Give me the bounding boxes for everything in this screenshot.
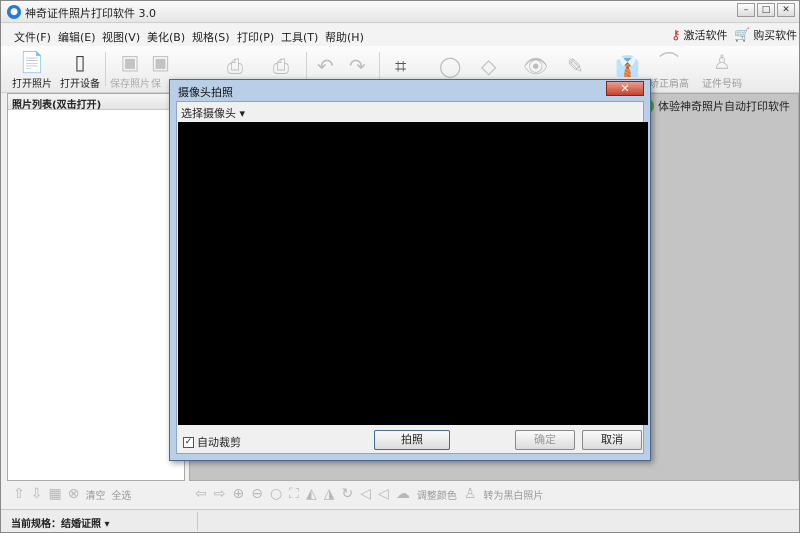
delete-icon[interactable]: ▦ [48,486,61,502]
fullscreen-icon[interactable]: ⛶ [289,486,299,502]
select-camera-dropdown[interactable]: 选择摄像头 ▾ [181,105,245,121]
minimize-button[interactable]: – [737,3,755,17]
window-title: 神奇证件照片打印软件 3.0 [25,7,156,20]
buy-label: 购买软件 [753,29,798,42]
save-as-label: 保 [151,79,161,90]
save-photo-label: 保存照片 [110,79,150,90]
move-down-icon[interactable]: ⇩ [31,486,43,502]
phone-icon: ▯ [74,50,86,74]
save-icon: ▣ [120,50,140,74]
person-icon: ♙ [713,50,731,74]
dialog-close-button[interactable]: ✕ [606,81,644,96]
buy-software-link[interactable]: 🛒 购买软件 [734,27,797,43]
open-photo-button[interactable]: 📄 打开照片 [7,49,57,90]
menu-bar: 文件(F) 编辑(E) 视图(V) 美化(B) 规格(S) 打印(P) 工具(T… [1,24,799,46]
color-icon: ☁ [395,486,410,502]
cancel-button[interactable]: 取消 [582,430,642,450]
camera-dialog: 摄像头拍照 ✕ 选择摄像头 ▾ ✓ 自动裁剪 拍照 确定 取消 [169,79,651,461]
activate-label: 激活软件 [683,29,728,42]
save-photo-button[interactable]: ▣ 保存照片 [105,49,155,90]
redo-icon[interactable]: ↷ [349,54,366,78]
correct-shoulder-label: 矫正肩高 [649,79,689,90]
open-device-label: 打开设备 [60,79,100,90]
ok-button[interactable]: 确定 [515,430,575,450]
open-photo-label: 打开照片 [12,79,52,90]
prev-icon[interactable]: ⇦ [195,486,207,502]
dialog-title: 摄像头拍照 [178,86,233,99]
print-preview-icon[interactable]: ⎙ [273,54,289,78]
save-as-button[interactable]: ▣ 保 [151,49,171,90]
menu-spec[interactable]: 规格(S) [192,29,230,45]
menu-file[interactable]: 文件(F) [14,29,51,45]
menu-edit[interactable]: 编辑(E) [58,29,96,45]
camera-preview [178,122,648,425]
undo-icon[interactable]: ↶ [317,54,334,78]
menu-help[interactable]: 帮助(H) [325,29,364,45]
auto-crop-checkbox[interactable]: ✓ 自动裁剪 [183,434,241,450]
suit-icon[interactable]: 👔 [615,54,640,78]
current-spec-label: 当前规格：结婚证照 [11,519,101,530]
menu-tools[interactable]: 工具(T) [281,29,318,45]
status-cell [197,512,198,530]
eye-icon[interactable]: 👁 [523,54,548,78]
select-all-button[interactable]: 全选 [111,487,131,502]
remove-icon[interactable]: ⊗ [68,486,80,502]
rotate-right-icon[interactable]: ◮ [324,486,335,502]
menu-beautify[interactable]: 美化(B) [147,29,185,45]
next-icon[interactable]: ⇨ [214,486,226,502]
list-toolbar: ⇧ ⇩ ▦ ⊗ 清空 全选 [7,483,185,505]
menu-view[interactable]: 视图(V) [102,29,140,45]
id-number-button[interactable]: ♙ 证件号码 [695,49,749,90]
flip-vertical-icon[interactable]: ◁ [378,486,389,502]
zoom-out-icon[interactable]: ⊖ [251,486,263,502]
photo-list-panel[interactable]: 照片列表(双击打开) [7,93,185,481]
save-as-icon: ▣ [151,50,170,74]
flip-horizontal-icon[interactable]: ◁ [360,486,371,502]
brush-icon[interactable]: ✎ [567,54,584,78]
key-icon: ⚷ [671,27,681,43]
crop-icon[interactable]: ⌗ [395,54,406,78]
person-bw-icon: ♙ [463,486,477,502]
image-toolbar: ⇦ ⇨ ⊕ ⊖ ○ ⛶ ◭ ◮ ↻ ◁ ◁ ☁ 调整颜色 ♙ 转为黑白照片 [189,483,799,505]
open-file-icon: 📄 [19,50,45,74]
select-camera-label: 选择摄像头 [181,107,236,120]
auto-crop-label: 自动裁剪 [197,436,241,449]
move-up-icon[interactable]: ⇧ [13,486,25,502]
checkbox-checked-icon: ✓ [183,436,194,448]
shoulder-icon: ⌒ [659,50,679,74]
clear-button[interactable]: 清空 [85,487,105,502]
status-bar: 当前规格：结婚证照 ▾ [1,509,799,532]
dialog-body: 选择摄像头 ▾ ✓ 自动裁剪 拍照 确定 取消 [176,101,648,454]
maximize-button[interactable]: □ [757,3,775,17]
current-spec-dropdown[interactable]: 当前规格：结婚证照 ▾ [11,515,110,530]
open-device-button[interactable]: ▯ 打开设备 [55,49,105,90]
promo-link[interactable]: ◉ 体验神奇照片自动打印软件 [638,98,790,114]
eraser-icon[interactable]: ◇ [481,54,496,78]
photo-list-title: 照片列表(双击打开) [8,94,184,111]
close-window-button[interactable]: ✕ [777,3,795,17]
app-logo-icon: ● [7,5,21,19]
menu-print[interactable]: 打印(P) [237,29,274,45]
rotate-left-icon[interactable]: ◭ [306,486,317,502]
circle-icon[interactable]: ◯ [439,54,461,78]
capture-button[interactable]: 拍照 [374,430,450,450]
print-icon[interactable]: ⎙ [227,54,243,78]
zoom-fit-icon[interactable]: ○ [270,486,282,502]
title-bar: ● 神奇证件照片打印软件 3.0 – □ ✕ [1,1,799,23]
adjust-color-dropdown[interactable]: 调整颜色 [417,487,457,502]
zoom-in-icon[interactable]: ⊕ [232,486,244,502]
to-bw-button[interactable]: 转为黑白照片 [483,487,543,502]
id-number-label: 证件号码 [702,79,742,90]
promo-text: 体验神奇照片自动打印软件 [658,100,790,113]
activate-software-link[interactable]: ⚷ 激活软件 [671,27,728,43]
dialog-footer: ✓ 自动裁剪 拍照 确定 取消 [177,426,643,453]
cart-icon: 🛒 [734,27,751,43]
refresh-icon[interactable]: ↻ [342,486,354,502]
